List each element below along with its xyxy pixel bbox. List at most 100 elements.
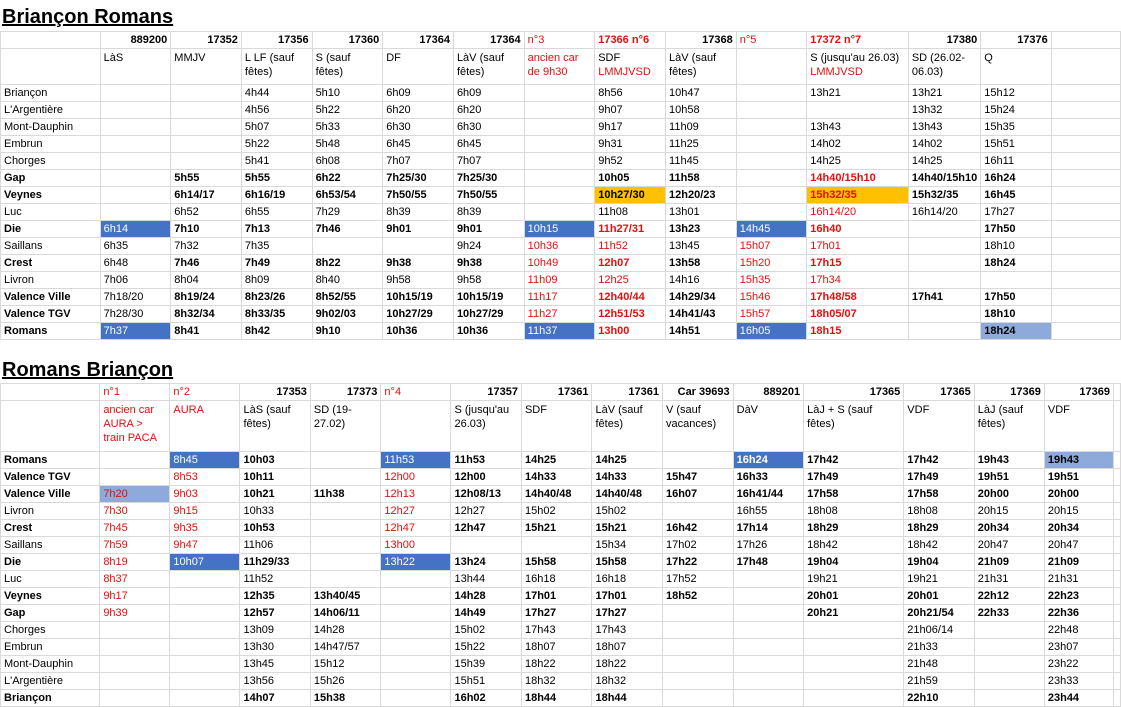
- time-cell: 18h08: [903, 502, 975, 520]
- time-cell: 6h53/54: [311, 186, 384, 204]
- time-cell: 17h01: [520, 587, 593, 605]
- time-cell: 19h04: [903, 553, 975, 571]
- time-cell: 20h15: [973, 502, 1045, 520]
- time-cell: 8h04: [170, 271, 242, 289]
- time-cell: [735, 135, 808, 153]
- time-cell: [661, 638, 734, 656]
- time-cell: 10h11: [239, 468, 311, 486]
- time-cell: 12h51/53: [594, 305, 667, 323]
- time-cell: 5h22: [240, 135, 313, 153]
- time-cell: 18h32: [520, 672, 593, 690]
- train-number: 17360: [311, 31, 384, 49]
- time-cell: 13h09: [239, 621, 311, 639]
- time-cell: 18h24: [980, 322, 1052, 340]
- station-name: Romans: [0, 322, 101, 340]
- time-cell: [99, 621, 171, 639]
- time-cell: 15h47: [661, 468, 734, 486]
- station-name: Mont-Dauphin: [0, 118, 101, 136]
- time-cell: 14h25: [806, 152, 909, 170]
- time-cell: [732, 604, 805, 622]
- service-label: Q: [980, 48, 1052, 85]
- train-number: 17369: [1043, 383, 1115, 401]
- time-cell: 9h58: [382, 271, 454, 289]
- service-label-text: LàV (sauf fêtes): [595, 404, 643, 430]
- time-cell: 14h45: [735, 220, 808, 238]
- time-cell: 11h27/31: [594, 220, 667, 238]
- time-cell: 8h09: [240, 271, 313, 289]
- station-name: Livron: [0, 271, 101, 289]
- time-cell: [309, 451, 382, 469]
- station-row: Valence TGV 7h28/30 8h32/34 8h33/35 9h02/03 1…: [0, 305, 1121, 323]
- time-cell: [735, 101, 808, 119]
- time-cell: 15h39: [450, 655, 522, 673]
- time-cell: 17h34: [806, 271, 909, 289]
- time-cell: 23h33: [1043, 672, 1115, 690]
- time-cell: 9h38: [452, 254, 525, 272]
- time-cell: 13h44: [450, 570, 522, 588]
- time-cell: 12h08/13: [450, 485, 522, 503]
- service-label: V (sauf vacances): [661, 400, 734, 452]
- time-cell: 21h59: [903, 672, 975, 690]
- time-cell: 15h35: [735, 271, 808, 289]
- time-cell: 16h24: [732, 451, 805, 469]
- time-cell: 12h27: [380, 502, 452, 520]
- station-row: Mont-Dauphin 13h45 15h12 15h39 18h22 18h22 21h…: [0, 655, 1121, 673]
- empty-cell: [1050, 84, 1121, 102]
- time-cell: [523, 135, 596, 153]
- time-cell: 17h43: [591, 621, 663, 639]
- time-cell: 20h00: [973, 485, 1045, 503]
- time-cell: 6h30: [382, 118, 454, 136]
- empty-cell: [1113, 672, 1121, 690]
- time-cell: 14h41/43: [665, 305, 737, 323]
- service-label: SD (19-27.02): [309, 400, 382, 452]
- station-name: Valence Ville: [0, 288, 101, 306]
- time-cell: 8h53: [169, 468, 241, 486]
- time-cell: 20h00: [1043, 485, 1115, 503]
- time-cell: 17h27: [980, 203, 1052, 221]
- time-cell: 19h21: [803, 570, 905, 588]
- train-number: 17353: [239, 383, 311, 401]
- time-cell: 18h42: [903, 536, 975, 554]
- time-cell: 17h42: [803, 451, 905, 469]
- train-number: n°4: [380, 383, 452, 401]
- time-cell: 15h22: [450, 638, 522, 656]
- station-name: Briançon: [0, 84, 101, 102]
- time-cell: 5h07: [240, 118, 313, 136]
- time-cell: [735, 84, 808, 102]
- train-number: 17365: [803, 383, 905, 401]
- service-label: LàV (sauf fêtes): [665, 48, 737, 85]
- service-label-text: VDF: [1047, 404, 1070, 416]
- time-cell: 15h46: [735, 288, 808, 306]
- time-cell: [169, 689, 241, 707]
- service-label-row: ancien car AURA > train PACA AURA LàS (sau…: [0, 400, 1121, 452]
- time-cell: 17h27: [520, 604, 593, 622]
- time-cell: 20h21: [803, 604, 905, 622]
- time-cell: 15h21: [591, 519, 663, 537]
- time-cell: [973, 689, 1045, 707]
- time-cell: [732, 672, 805, 690]
- time-cell: 8h19/24: [170, 288, 242, 306]
- time-cell: 9h38: [382, 254, 454, 272]
- time-cell: 15h24: [980, 101, 1052, 119]
- time-cell: 15h51: [980, 135, 1052, 153]
- station-row: Romans 7h37 8h41 8h42 9h10 10h36 10h36 11h37 13h…: [0, 322, 1121, 340]
- empty-cell: [1113, 621, 1121, 639]
- time-cell: 11h53: [450, 451, 522, 469]
- time-cell: 8h33/35: [240, 305, 313, 323]
- time-cell: 7h07: [452, 152, 525, 170]
- train-number: n°1: [99, 383, 171, 401]
- empty-cell: [1050, 48, 1121, 85]
- time-cell: 15h21: [520, 519, 593, 537]
- time-cell: [99, 186, 172, 204]
- time-cell: 15h58: [591, 553, 663, 571]
- time-cell: [523, 169, 596, 187]
- empty-cell: [1113, 451, 1121, 469]
- time-cell: 19h51: [1043, 468, 1115, 486]
- station-name: Livron: [0, 502, 101, 520]
- time-cell: 8h41: [170, 322, 242, 340]
- time-cell: 15h12: [980, 84, 1052, 102]
- service-label: S (sauf fêtes): [311, 48, 384, 85]
- empty-cell: [1050, 169, 1121, 187]
- time-cell: [169, 655, 241, 673]
- service-label-text: SD (26.02-06.03): [911, 52, 966, 78]
